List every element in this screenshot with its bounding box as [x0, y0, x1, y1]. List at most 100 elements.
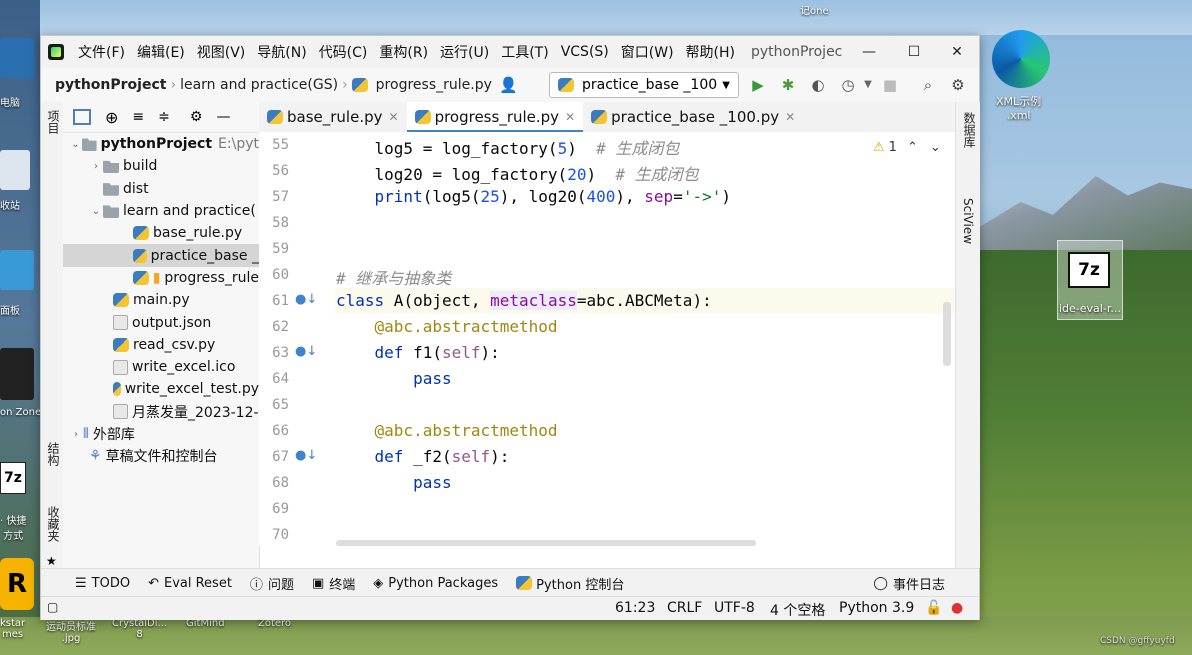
desktop-icon-computer[interactable]: [0, 38, 34, 78]
minimize-button[interactable]: —: [849, 36, 889, 68]
profile-icon[interactable]: ◷: [839, 76, 857, 94]
breadcrumb-file[interactable]: progress_rule.py: [372, 77, 496, 93]
database-tool-tab[interactable]: 数据库: [961, 112, 978, 148]
rockstar-icon[interactable]: R: [0, 558, 34, 610]
file-encoding[interactable]: UTF-8: [714, 600, 755, 616]
debug-icon[interactable]: ✱: [779, 76, 797, 94]
run-configuration-select[interactable]: practice_base _100 ▼: [549, 72, 739, 98]
menu-navigate[interactable]: 导航(N): [251, 42, 312, 62]
breadcrumb-folder[interactable]: learn and practice(GS): [176, 77, 342, 93]
close-icon[interactable]: ✕: [785, 110, 795, 124]
coverage-icon[interactable]: ◐: [809, 76, 827, 94]
inspection-widget[interactable]: ⚠ 1 ⌃ ⌄: [873, 140, 941, 155]
chevron-right-icon[interactable]: ›: [89, 161, 103, 172]
tree-item[interactable]: dist: [63, 178, 259, 200]
7z-shortcut-icon[interactable]: 7z: [0, 462, 26, 494]
tree-item[interactable]: ⚘ 草稿文件和控制台: [63, 445, 259, 467]
tree-item[interactable]: › build: [63, 155, 259, 177]
chevron-down-icon[interactable]: ⌄: [89, 206, 103, 217]
tree-item[interactable]: read_csv.py: [63, 334, 259, 356]
close-button[interactable]: ✕: [937, 36, 977, 68]
tree-item[interactable]: 月蒸发量_2023-12-: [63, 401, 259, 423]
horizontal-scrollbar[interactable]: [336, 540, 756, 546]
run-icon[interactable]: ▶: [749, 76, 767, 94]
tab-base-rule[interactable]: base_rule.py ✕: [259, 102, 407, 132]
project-tool-tab[interactable]: 项目: [45, 110, 62, 134]
tab-progress-rule[interactable]: progress_rule.py ✕: [406, 102, 584, 133]
menu-view[interactable]: 视图(V): [191, 42, 252, 62]
chevron-right-icon[interactable]: ›: [69, 429, 83, 440]
gear-icon[interactable]: ⚙: [949, 76, 967, 94]
caret-position[interactable]: 61:23: [615, 600, 655, 616]
breadcrumb-project[interactable]: pythonProject: [51, 77, 170, 93]
structure-tool-tab[interactable]: 结构: [45, 442, 62, 466]
menu-tools[interactable]: 工具(T): [495, 42, 554, 62]
menu-vcs[interactable]: VCS(S): [555, 44, 615, 60]
warning-count: 1: [888, 140, 897, 155]
vertical-scrollbar[interactable]: [943, 302, 951, 366]
tab-practice-base[interactable]: practice_base _100.py ✕: [583, 102, 803, 132]
menu-help[interactable]: 帮助(H): [680, 42, 741, 62]
desktop-icon-label[interactable]: CrystalDi... 8: [112, 618, 167, 640]
maximize-button[interactable]: ☐: [894, 36, 934, 68]
override-marker-icon[interactable]: ●↓: [295, 344, 317, 359]
todo-tool-button[interactable]: ☰ TODO: [75, 576, 130, 591]
lock-icon[interactable]: 🔓: [925, 600, 942, 616]
chevron-down-icon[interactable]: ⌄: [930, 140, 941, 155]
eval-reset-tool-button[interactable]: ↶ Eval Reset: [148, 576, 232, 591]
favorites-tool-tab[interactable]: 收藏夹: [45, 506, 62, 542]
indent-setting[interactable]: 4 个空格: [770, 600, 825, 620]
tree-item[interactable]: output.json: [63, 311, 259, 333]
tree-item-label: pythonProject: [100, 136, 213, 153]
collapse-all-icon[interactable]: ≡: [132, 109, 144, 125]
chevron-up-icon[interactable]: ⌃: [907, 140, 918, 155]
sciview-tool-tab[interactable]: SciView: [961, 198, 975, 244]
code-editor[interactable]: 55 56 57 58 59 60 61 62 63 64 65 66 67 6…: [259, 132, 955, 546]
user-icon[interactable]: 👤: [499, 76, 518, 94]
error-indicator-icon[interactable]: ●: [951, 600, 963, 616]
implemented-marker-icon[interactable]: ●↓: [295, 292, 317, 307]
override-marker-icon[interactable]: ●↓: [295, 448, 317, 463]
line-separator[interactable]: CRLF: [667, 600, 702, 616]
tree-item[interactable]: write_excel.ico: [63, 356, 259, 378]
chevron-down-icon[interactable]: ⌄: [69, 139, 82, 150]
tree-item[interactable]: base_rule.py: [63, 222, 259, 244]
desktop-icon-label: 收站: [0, 201, 20, 212]
stop-icon[interactable]: ■: [881, 76, 899, 94]
control-panel-icon[interactable]: [0, 250, 34, 290]
menu-edit[interactable]: 编辑(E): [131, 42, 191, 62]
menu-file[interactable]: 文件(F): [72, 42, 131, 62]
expand-all-icon[interactable]: ≑: [158, 109, 170, 125]
desktop-icon-label[interactable]: 运动员标准 .jpg: [46, 618, 96, 644]
edge-icon[interactable]: [992, 30, 1050, 88]
app-icon[interactable]: [0, 348, 34, 400]
tree-item[interactable]: ⌄ learn and practice(: [63, 200, 259, 222]
layout-icon[interactable]: [73, 109, 91, 125]
toggle-tool-windows-icon[interactable]: ▢: [47, 600, 58, 614]
tree-item[interactable]: write_excel_test.py: [63, 378, 259, 400]
python-interpreter[interactable]: Python 3.9: [839, 600, 914, 616]
tree-item-selected[interactable]: practice_base _: [63, 244, 259, 267]
search-icon[interactable]: ⌕: [919, 76, 937, 94]
close-icon[interactable]: ✕: [389, 110, 399, 124]
tree-item[interactable]: main.py: [63, 289, 259, 311]
menu-window[interactable]: 窗口(W): [615, 42, 680, 62]
hide-icon[interactable]: —: [216, 109, 230, 125]
terminal-tool-button[interactable]: ▣ 终端: [312, 574, 355, 593]
chevron-down-icon[interactable]: ▼: [859, 76, 877, 94]
close-icon[interactable]: ✕: [565, 110, 575, 124]
recycle-bin-icon[interactable]: [0, 150, 30, 190]
python-console-tool-button[interactable]: Python 控制台: [516, 574, 624, 593]
tree-item[interactable]: ▮ progress_rule: [63, 267, 259, 289]
menu-code[interactable]: 代码(C): [313, 42, 374, 62]
tree-item[interactable]: › ⫴ 外部库: [63, 423, 259, 445]
tree-item-label: learn and practice(: [123, 203, 256, 220]
gear-icon[interactable]: ⚙: [190, 109, 203, 125]
menu-run[interactable]: 运行(U): [434, 42, 495, 62]
tree-item[interactable]: ⌄ pythonProject E:\pyt: [63, 133, 259, 155]
menu-refactor[interactable]: 重构(R): [373, 42, 434, 62]
python-packages-tool-button[interactable]: ◈ Python Packages: [373, 576, 498, 591]
event-log-tool-button[interactable]: ◯ 事件日志: [873, 574, 945, 593]
target-icon[interactable]: ⊕: [105, 108, 118, 127]
problems-tool-button[interactable]: ⓘ 问题: [250, 574, 294, 593]
